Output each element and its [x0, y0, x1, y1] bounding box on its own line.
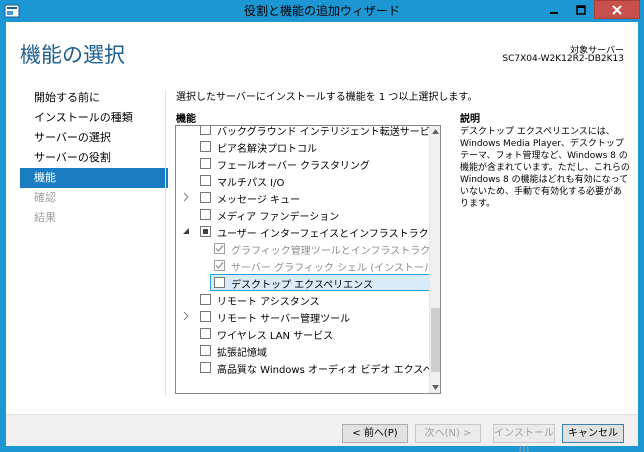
- minimize-button[interactable]: [540, 0, 567, 19]
- feature-checkbox[interactable]: [200, 141, 211, 152]
- expand-arrow-icon[interactable]: [181, 192, 191, 202]
- feature-label: サーバー グラフィック シェル (インストール済み): [231, 263, 441, 274]
- maximize-button[interactable]: [567, 0, 594, 19]
- feature-checkbox[interactable]: [200, 226, 211, 237]
- feature-checkbox[interactable]: [200, 294, 211, 305]
- feature-label: マルチパス I/O: [217, 178, 285, 189]
- feature-row[interactable]: ユーザー インターフェイスとインフラストラクチャ (2/3 個をイ: [176, 223, 440, 240]
- feature-row[interactable]: リモート サーバー管理ツール: [176, 308, 430, 325]
- feature-checkbox: [214, 243, 225, 254]
- feature-row[interactable]: メッセージ キュー: [176, 189, 430, 206]
- feature-label: ユーザー インターフェイスとインフラストラクチャ (2/3 個をイ: [217, 229, 441, 240]
- nav-item-server-selection[interactable]: サーバーの選択: [20, 128, 168, 148]
- features-tree[interactable]: バックグラウンド インテリジェント転送サービス (BITS) ピア名解決プロトコル…: [175, 125, 441, 394]
- feature-label: メッセージ キュー: [217, 195, 300, 206]
- feature-row[interactable]: リモート アシスタンス: [176, 291, 430, 308]
- nav-item-results: 結果: [34, 211, 56, 224]
- feature-row[interactable]: デスクトップ エクスペリエンス: [176, 274, 430, 291]
- feature-checkbox[interactable]: [200, 175, 211, 186]
- feature-checkbox[interactable]: [200, 126, 211, 135]
- target-server-name: SC7X04-W2K12R2-DB2K13: [502, 54, 624, 64]
- feature-checkbox[interactable]: [200, 311, 211, 322]
- feature-row[interactable]: バックグラウンド インテリジェント転送サービス (BITS): [176, 126, 440, 138]
- features-header: 機能: [176, 114, 196, 125]
- description-text: デスクトップ エクスペリエンスには、Windows Media Player、デ…: [460, 127, 630, 209]
- nav-divider: [165, 90, 166, 396]
- feature-row[interactable]: サーバー グラフィック シェル (インストール済み): [176, 257, 440, 274]
- page-title: 機能の選択: [20, 43, 125, 67]
- feature-row[interactable]: メディア ファンデーション: [176, 206, 430, 223]
- partial-check-icon: [203, 229, 208, 234]
- scroll-up-arrow[interactable]: [430, 126, 440, 137]
- feature-label: メディア ファンデーション: [217, 212, 340, 223]
- feature-checkbox[interactable]: [200, 158, 211, 169]
- feature-label: フェールオーバー クラスタリング: [217, 161, 370, 172]
- next-button: 次へ(N) >: [415, 424, 481, 443]
- collapse-arrow-icon[interactable]: [181, 226, 191, 236]
- cancel-button[interactable]: キャンセル: [562, 424, 624, 443]
- feature-row[interactable]: 高品質な Windows オーディオ ビデオ エクスペリエンス: [176, 359, 440, 376]
- instruction-text: 選択したサーバーにインストールする機能を 1 つ以上選択します。: [176, 92, 478, 103]
- scroll-down-arrow[interactable]: [430, 382, 440, 393]
- minimize-icon: [549, 11, 558, 14]
- nav-item-installation-type[interactable]: インストールの種類: [20, 108, 168, 128]
- feature-row[interactable]: ワイヤレス LAN サービス: [176, 325, 430, 342]
- feature-label: バックグラウンド インテリジェント転送サービス (BITS): [217, 127, 440, 138]
- scroll-thumb[interactable]: [431, 308, 440, 372]
- wizard-body: 機能の選択 対象サーバー SC7X04-W2K12R2-DB2K13 開始する前…: [6, 22, 638, 452]
- feature-row[interactable]: マルチパス I/O: [176, 172, 430, 189]
- feature-label: リモート サーバー管理ツール: [217, 314, 351, 325]
- wizard-header: 機能の選択 対象サーバー SC7X04-W2K12R2-DB2K13: [6, 22, 638, 82]
- title-bar[interactable]: 役割と機能の追加ウィザード: [0, 0, 644, 22]
- feature-checkbox[interactable]: [200, 328, 211, 339]
- feature-checkbox[interactable]: [200, 362, 211, 373]
- feature-label: リモート アシスタンス: [217, 297, 320, 308]
- feature-checkbox[interactable]: [200, 345, 211, 356]
- expand-arrow-icon[interactable]: [181, 311, 191, 321]
- previous-button[interactable]: < 前へ(P): [342, 424, 408, 443]
- nav-item-server-roles[interactable]: サーバーの役割: [20, 148, 168, 168]
- features-scrollbar[interactable]: [429, 126, 440, 393]
- checkmark-icon: [215, 245, 224, 253]
- feature-label: ピア名解決プロトコル: [217, 144, 317, 155]
- nav-item-features[interactable]: 機能: [20, 168, 168, 188]
- feature-label: デスクトップ エクスペリエンス: [231, 280, 373, 291]
- description-header: 説明: [460, 114, 480, 125]
- wizard-footer: < 前へ(P) 次へ(N) > インストール(I) キャンセル: [6, 414, 638, 452]
- chevron-up-icon: [432, 129, 439, 134]
- feature-checkbox[interactable]: [200, 192, 211, 203]
- feature-label: ワイヤレス LAN サービス: [217, 331, 334, 342]
- feature-row[interactable]: 拡張記憶域: [176, 342, 430, 359]
- close-button[interactable]: [594, 0, 640, 19]
- maximize-icon: [575, 4, 586, 15]
- chevron-down-icon: [432, 385, 439, 390]
- feature-label: グラフィック管理ツールとインフラストラクチャ (インスト: [231, 246, 441, 257]
- feature-row[interactable]: グラフィック管理ツールとインフラストラクチャ (インスト: [176, 240, 440, 257]
- feature-row[interactable]: ピア名解決プロトコル: [176, 138, 430, 155]
- feature-checkbox: [214, 260, 225, 271]
- checkmark-icon: [215, 262, 224, 270]
- feature-label: 高品質な Windows オーディオ ビデオ エクスペリエンス: [217, 365, 440, 376]
- feature-label: 拡張記憶域: [217, 348, 267, 359]
- nav-item-confirmation: 確認: [34, 191, 56, 204]
- feature-row[interactable]: フェールオーバー クラスタリング: [176, 155, 430, 172]
- nav-item-before-you-begin[interactable]: 開始する前に: [20, 88, 168, 108]
- close-icon: [612, 4, 622, 15]
- feature-checkbox[interactable]: [214, 277, 225, 288]
- feature-checkbox[interactable]: [200, 209, 211, 220]
- wizard-steps-nav: 開始する前に インストールの種類 サーバーの選択 サーバーの役割 機能 確認 結…: [20, 88, 168, 228]
- install-button: インストール(I): [493, 424, 555, 452]
